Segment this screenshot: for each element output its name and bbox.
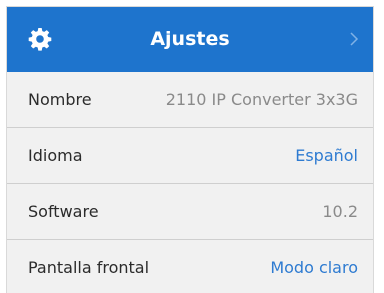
front-panel-value-link[interactable]: Modo claro (270, 240, 358, 293)
chevron-right-icon[interactable] (345, 30, 363, 48)
language-value-link[interactable]: Español (295, 128, 358, 184)
setting-row-software: Software 10.2 (7, 184, 373, 240)
setting-row-language[interactable]: Idioma Español (7, 128, 373, 184)
setting-row-front-panel[interactable]: Pantalla frontal Modo claro (7, 240, 373, 293)
settings-header: Ajustes (7, 7, 373, 72)
setting-label: Nombre (28, 90, 92, 109)
setting-label: Idioma (28, 146, 83, 165)
setting-label: Software (28, 202, 99, 221)
setting-value: 2110 IP Converter 3x3G (165, 90, 358, 109)
settings-panel: Ajustes Nombre 2110 IP Converter 3x3G Id… (6, 6, 374, 293)
setting-value: 10.2 (322, 202, 358, 221)
setting-label: Pantalla frontal (28, 258, 150, 277)
setting-row-name: Nombre 2110 IP Converter 3x3G (7, 72, 373, 128)
page-title: Ajustes (150, 28, 230, 50)
